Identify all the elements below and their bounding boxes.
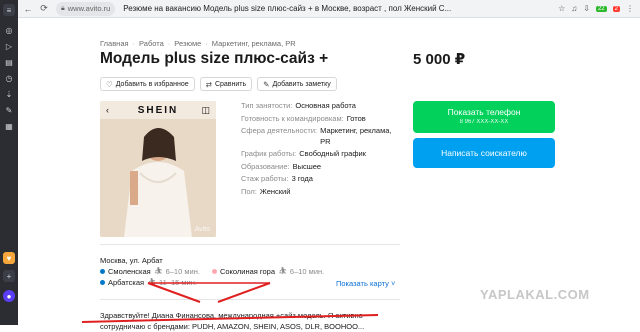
download-icon[interactable]: ⇣: [3, 88, 15, 100]
tab-title: Резюме на вакансию Модель plus size плюс…: [123, 4, 452, 13]
extension-badge[interactable]: 22: [595, 5, 607, 12]
headphones-icon[interactable]: ♫: [571, 4, 577, 13]
page-content: Главная · Работа · Резюме · Маркетинг, рекл…: [18, 19, 640, 331]
play-icon[interactable]: ▷: [3, 40, 15, 52]
grid-icon[interactable]: ▦: [3, 120, 15, 132]
messenger-icon[interactable]: ◎: [3, 24, 15, 36]
menu-icon[interactable]: ≡: [3, 4, 15, 16]
browser-sidebar: ≡ ◎ ▷ ▤ ◷ ⇣ ✎ ▦ ♥ + ●: [0, 0, 18, 325]
address-text: www.avito.ru: [67, 4, 111, 13]
extensions-icon[interactable]: ⋮: [626, 4, 634, 13]
back-icon[interactable]: ←: [22, 3, 34, 15]
alice-icon[interactable]: ●: [3, 290, 15, 302]
notes-icon[interactable]: ✎: [3, 104, 15, 116]
bookmark-star-icon[interactable]: ☆: [558, 4, 565, 13]
lock-icon: 🔒︎: [61, 4, 65, 12]
address-bar[interactable]: 🔒︎ www.avito.ru: [56, 1, 116, 16]
reload-icon[interactable]: ⟳: [38, 3, 50, 15]
add-icon[interactable]: +: [3, 270, 15, 282]
history-icon[interactable]: ◷: [3, 72, 15, 84]
mail-badge[interactable]: 2: [612, 5, 620, 12]
bookmark-icon[interactable]: ▤: [3, 56, 15, 68]
red-arrow-annotation: [81, 282, 379, 323]
app-icon[interactable]: ♥: [3, 252, 15, 264]
download-toolbar-icon[interactable]: ⇩: [583, 4, 590, 13]
browser-toolbar: ← ⟳ 🔒︎ www.avito.ru Резюме на вакансию М…: [18, 0, 640, 18]
